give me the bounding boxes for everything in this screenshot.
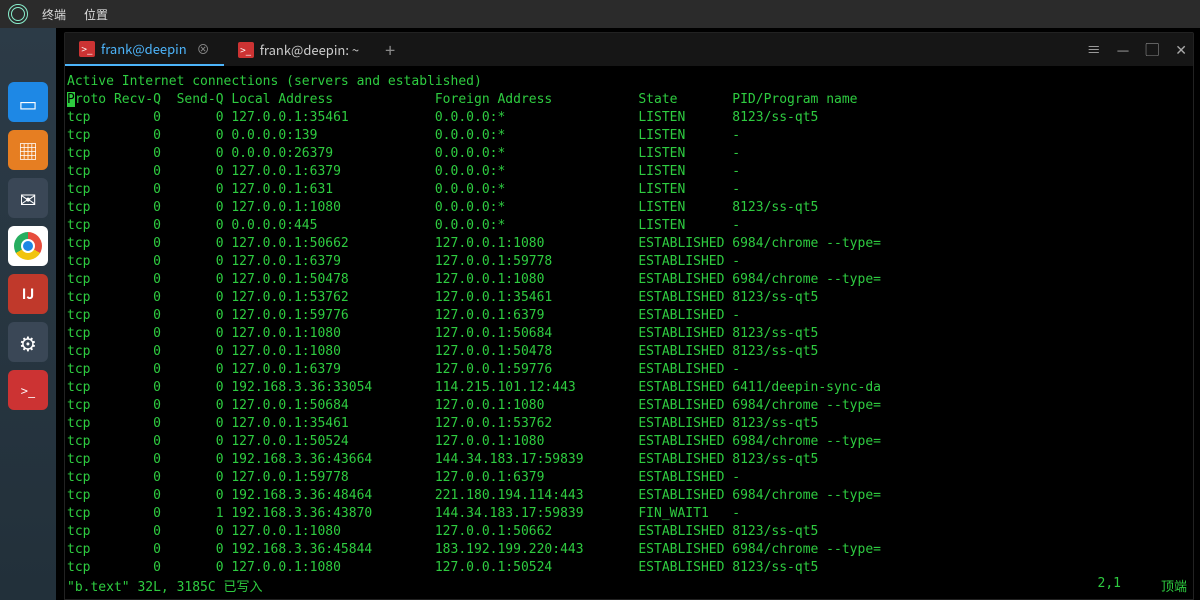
dock-app-1-icon[interactable]: ▭ xyxy=(8,82,48,122)
system-menubar: 终端 位置 xyxy=(0,0,1200,28)
deepin-launcher-icon[interactable] xyxy=(8,34,48,74)
settings-icon[interactable]: ⚙ xyxy=(8,322,48,362)
status-file: "b.text" 32L, 3185C 已写入 xyxy=(67,576,263,595)
status-position: 2,1 xyxy=(1098,576,1121,595)
tab-label: frank@deepin: ~ xyxy=(260,40,359,59)
minimize-icon[interactable]: — xyxy=(1117,40,1130,60)
dock: ▭ ▦ ✉ IJ ⚙ >_ xyxy=(0,28,56,600)
maximize-icon[interactable]: ▢ xyxy=(1145,40,1159,60)
dock-app-ij-icon[interactable]: IJ xyxy=(8,274,48,314)
status-scroll: 顶端 xyxy=(1161,576,1187,595)
close-window-icon[interactable]: ✕ xyxy=(1175,40,1187,60)
menubar-location[interactable]: 位置 xyxy=(84,6,108,23)
terminal-output[interactable]: Active Internet connections (servers and… xyxy=(65,67,1193,599)
deepin-logo-icon xyxy=(8,4,28,24)
vim-status-line: "b.text" 32L, 3185C 已写入 2,1 顶端 xyxy=(67,576,1187,595)
tab-1[interactable]: >_ frank@deepin ⊗ xyxy=(65,33,224,66)
tab-bar: >_ frank@deepin ⊗ >_ frank@deepin: ~ + ≡… xyxy=(65,33,1193,67)
terminal-icon[interactable]: >_ xyxy=(8,370,48,410)
terminal-tab-icon: >_ xyxy=(79,41,95,57)
thunderbird-icon[interactable]: ✉ xyxy=(8,178,48,218)
terminal-window: >_ frank@deepin ⊗ >_ frank@deepin: ~ + ≡… xyxy=(64,32,1194,600)
menubar-app[interactable]: 终端 xyxy=(42,6,66,23)
chrome-icon[interactable] xyxy=(8,226,48,266)
tab-2[interactable]: >_ frank@deepin: ~ xyxy=(224,33,373,66)
window-controls: ≡ — ▢ ✕ xyxy=(1087,33,1187,67)
terminal-tab-icon: >_ xyxy=(238,42,254,58)
tab-label: frank@deepin xyxy=(101,39,187,58)
menu-icon[interactable]: ≡ xyxy=(1087,40,1101,60)
close-icon[interactable]: ⊗ xyxy=(193,39,210,58)
dock-app-2-icon[interactable]: ▦ xyxy=(8,130,48,170)
add-tab-button[interactable]: + xyxy=(373,33,407,66)
